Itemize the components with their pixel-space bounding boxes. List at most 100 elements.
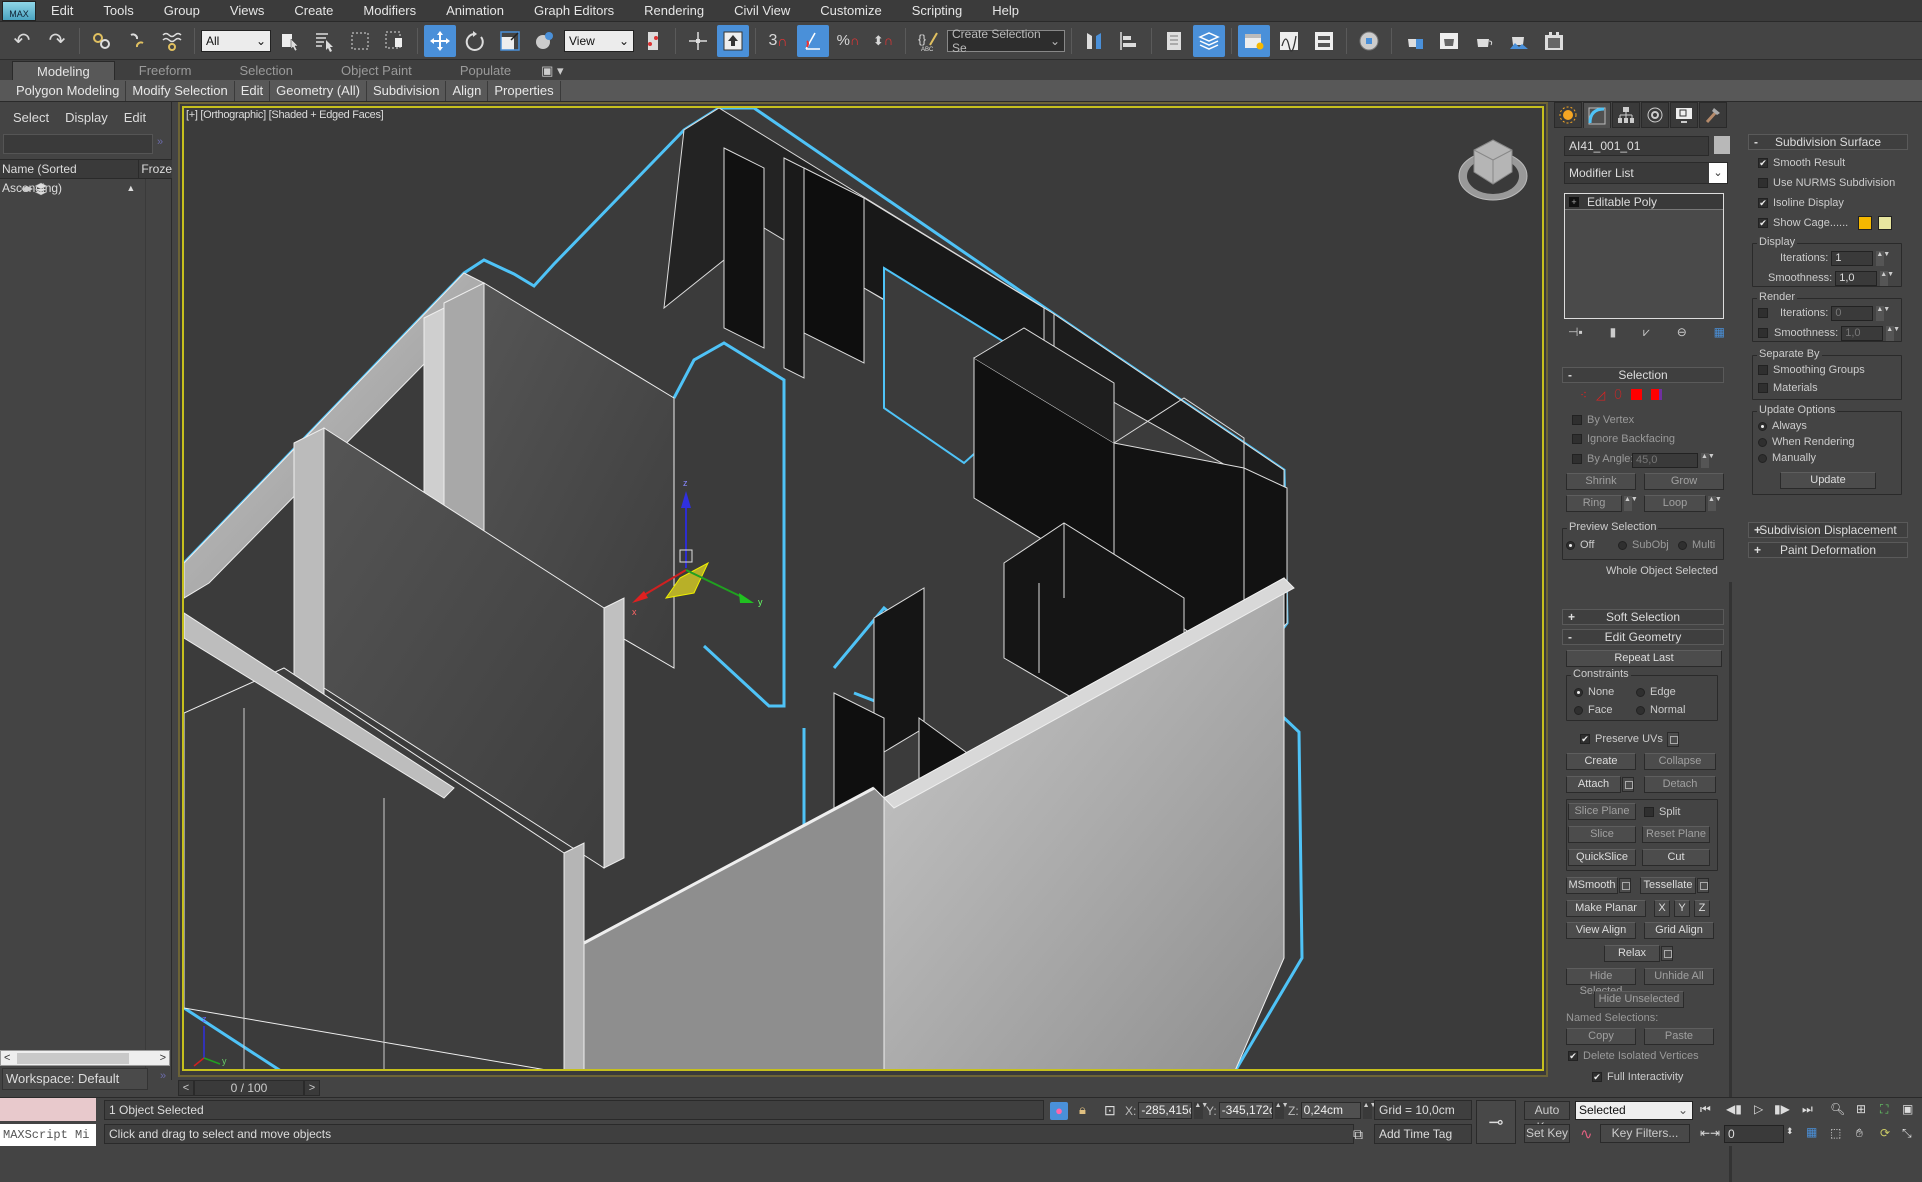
show-end-result-icon[interactable]: ▮ [1610,325,1617,339]
angle-value-field[interactable]: 45,0 [1632,452,1698,468]
menu-civil-view[interactable]: Civil View [719,0,805,22]
render-iterative-icon[interactable] [1503,25,1535,57]
border-level-icon[interactable]: ⬯ [1614,387,1622,402]
column-header-name[interactable]: Name (Sorted Ascending) ▲ [0,160,140,195]
rendered-frame-window-icon[interactable] [1433,25,1465,57]
render-setup-icon[interactable] [1398,25,1430,57]
slice-button[interactable]: Slice [1568,826,1636,843]
msmooth-button[interactable]: MSmooth [1566,877,1618,894]
schematic-view-icon[interactable] [1308,25,1340,57]
planar-y-button[interactable]: Y [1674,900,1690,917]
go-to-end-icon[interactable]: ⏭ [1802,1102,1813,1117]
spinner-arrows-icon[interactable]: ▲▼ [1274,1102,1289,1119]
use-pivot-center-icon[interactable] [637,25,669,57]
vertex-level-icon[interactable]: ⁖ [1580,388,1587,402]
move-icon[interactable] [424,24,456,57]
display-tab-icon[interactable] [1670,102,1698,128]
scroll-left-icon[interactable]: < [4,1052,10,1064]
preview-subobj-radio[interactable]: SubObj [1618,539,1669,551]
by-angle-checkbox[interactable]: By Angle: [1572,453,1633,465]
soft-selection-rollout-header[interactable]: + Soft Selection [1562,609,1724,625]
render-in-cloud-icon[interactable] [1538,25,1570,57]
redo-icon[interactable]: ↷ [41,25,73,57]
align-icon[interactable] [1113,25,1145,57]
spinner-arrows-icon[interactable]: ▲▼ [1362,1102,1377,1119]
previous-frame-icon[interactable]: ◀▮ [1726,1102,1742,1116]
ribbon-tab-modeling[interactable]: Modeling [12,61,115,80]
planar-x-button[interactable]: X [1654,900,1670,917]
current-frame-field[interactable]: 0 [1724,1125,1784,1143]
scene-explorer-menu-edit[interactable]: Edit [119,110,157,125]
smooth-result-checkbox[interactable]: ✔ Smooth Result [1758,157,1845,169]
update-button[interactable]: Update [1780,472,1876,489]
y-coordinate-field[interactable]: -345,172cm [1218,1102,1273,1119]
z-coordinate-field[interactable]: 0,24cm [1300,1102,1361,1119]
key-filters-button[interactable]: Key Filters... [1600,1124,1690,1143]
repeat-last-button[interactable]: Repeat Last [1566,650,1722,667]
menu-help[interactable]: Help [977,0,1034,22]
scene-geometry[interactable]: z x y z y [184,108,1544,1071]
update-always-radio[interactable]: Always [1758,420,1807,432]
default-in-out-tangents-icon[interactable]: ∿ [1580,1125,1593,1143]
expand-plus-icon[interactable]: + [1569,196,1579,207]
element-level-icon[interactable] [1650,389,1662,400]
delete-isolated-vertices-checkbox[interactable]: ✔ Delete Isolated Vertices [1568,1050,1699,1062]
select-by-name-icon[interactable] [309,25,341,57]
scrollbar-thumb[interactable] [17,1053,129,1064]
rect-selection-region-icon[interactable] [344,25,376,57]
zoom-region-icon[interactable]: ⬚ [1830,1126,1841,1140]
render-smoothness-spinner[interactable]: Smoothness: 1,0 ▲▼ [1774,325,1900,341]
ring-spinner[interactable]: ▲▼ [1624,495,1638,511]
curve-editor-icon[interactable] [1273,25,1305,57]
place-icon[interactable] [529,25,561,57]
update-manually-radio[interactable]: Manually [1758,452,1816,464]
bind-space-warp-icon[interactable] [156,25,188,57]
zoom-extents-icon[interactable]: ⛶ [1880,1102,1888,1117]
split-checkbox[interactable]: Split [1644,806,1680,818]
collapse-button[interactable]: Collapse [1644,753,1716,770]
smoothness-field[interactable]: 1,0 [1841,325,1884,341]
menu-create[interactable]: Create [279,0,348,22]
ribbon-icon[interactable] [1238,24,1270,57]
shrink-button[interactable]: Shrink [1566,473,1636,490]
ribbon-panel-polygon-modeling[interactable]: Polygon Modeling [10,80,127,101]
by-vertex-checkbox[interactable]: By Vertex [1572,414,1634,426]
percent-snap-icon[interactable]: % ∩ [832,25,864,57]
iterations-field[interactable]: 0 [1831,305,1874,321]
maxscript-mini-listener[interactable]: MAXScript Mi [0,1124,96,1146]
make-unique-icon[interactable]: ⩗ [1643,325,1650,340]
toggle-layer-explorer-icon[interactable] [1193,24,1225,57]
ribbon-panel-modify-selection[interactable]: Modify Selection [126,80,235,101]
spinner-arrows-icon[interactable]: ▲▼ [1701,452,1715,468]
materials-checkbox[interactable]: Materials [1758,382,1818,394]
smoothing-groups-checkbox[interactable]: Smoothing Groups [1758,364,1865,376]
app-menu-button[interactable]: MAX [2,0,36,21]
selection-filter-dropdown[interactable]: All ⌄ [201,29,271,52]
menu-graph-editors[interactable]: Graph Editors [519,0,629,22]
full-interactivity-checkbox[interactable]: ✔ Full Interactivity [1592,1071,1683,1083]
isoline-display-checkbox[interactable]: ✔ Isoline Display [1758,197,1844,209]
cage-selection-color-swatch[interactable] [1878,216,1892,230]
window-crossing-icon[interactable] [379,25,411,57]
object-name-field[interactable]: AI41_001_01 [1564,136,1709,156]
planar-z-button[interactable]: Z [1694,900,1710,917]
subdivision-displacement-rollout-header[interactable]: + Subdivision Displacement [1748,522,1908,538]
msmooth-settings-button[interactable] [1619,878,1631,893]
select-manipulate-icon[interactable] [682,25,714,57]
ribbon-tab-object-paint[interactable]: Object Paint [317,61,436,80]
menu-tools[interactable]: Tools [88,0,148,22]
motion-tab-icon[interactable] [1641,102,1669,128]
copy-button[interactable]: Copy [1566,1028,1636,1045]
scene-explorer-horizontal-scrollbar[interactable]: < > [0,1050,170,1066]
tessellate-settings-button[interactable] [1697,878,1709,893]
menu-group[interactable]: Group [149,0,215,22]
viewcube-icon[interactable] [1456,132,1530,206]
create-button[interactable]: Create [1566,753,1636,770]
next-frame-icon[interactable]: ▮▶ [1774,1102,1790,1116]
column-header-frozen[interactable]: Froze [139,160,172,178]
ribbon-panel-align[interactable]: Align [446,80,489,101]
scene-explorer-search-input[interactable] [3,134,153,154]
polygon-level-icon[interactable] [1630,389,1642,400]
angle-snap-icon[interactable] [797,24,829,57]
smoothness-field[interactable]: 1,0 [1835,270,1878,286]
